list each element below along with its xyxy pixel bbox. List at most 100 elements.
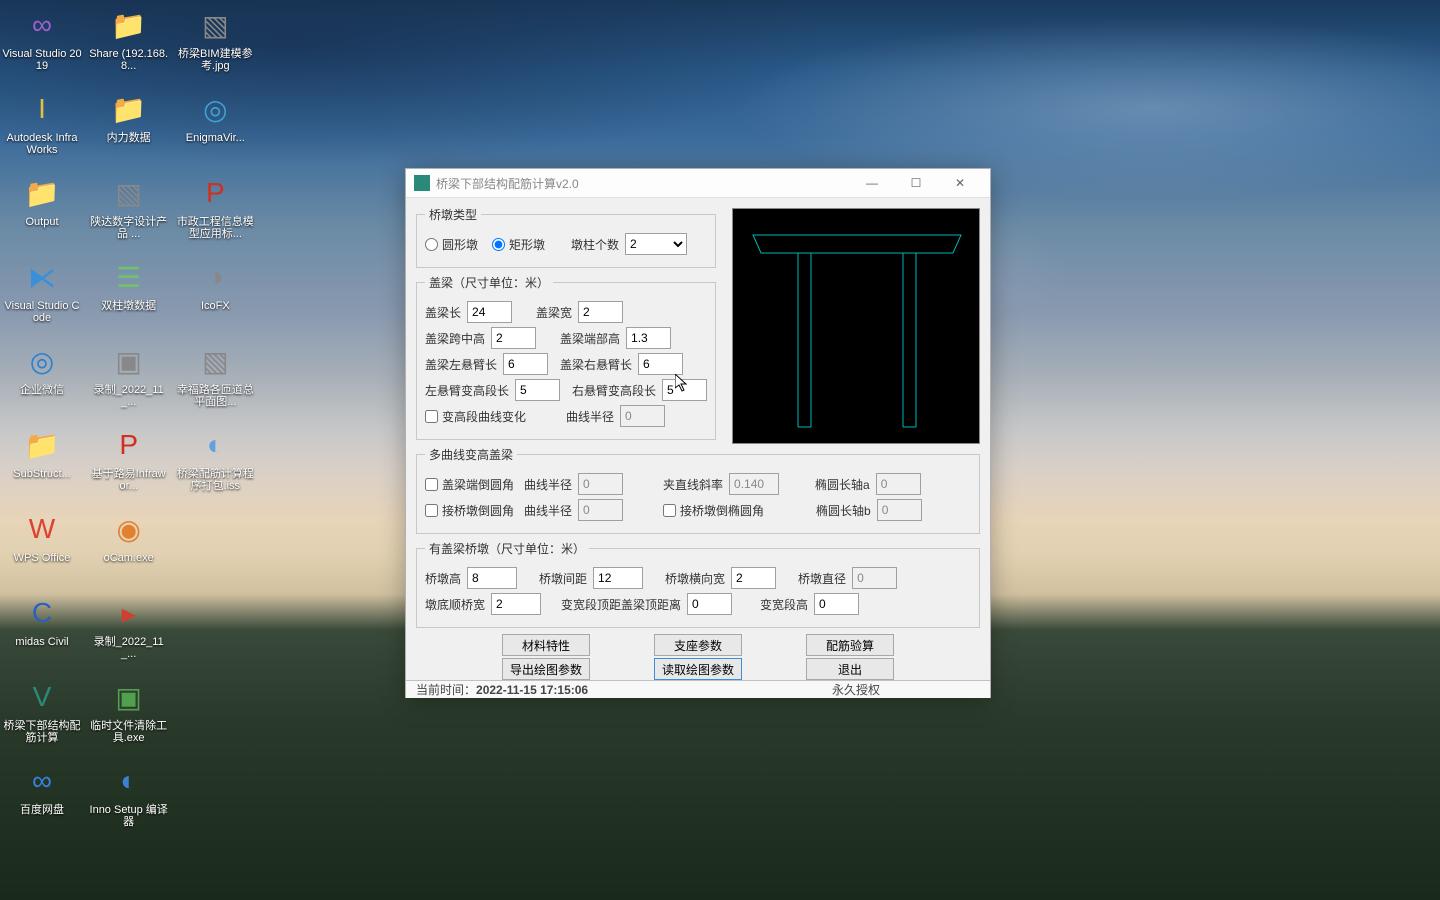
desktop-icon[interactable]: WWPS Office xyxy=(0,504,84,588)
pier-type-group: 桥墩类型 圆形墩 矩形墩 墩柱个数 2 xyxy=(416,206,716,268)
desktop-icon[interactable]: ∞百度网盘 xyxy=(0,756,84,840)
desktop-icon[interactable]: 📁SubStruct... xyxy=(0,420,84,504)
desktop-icon[interactable]: 📁 Output xyxy=(0,168,84,252)
desktop-icon-label: 桥梁下部结构配筋计算 xyxy=(2,720,82,744)
minimize-button[interactable]: — xyxy=(850,169,894,197)
pier-sp-input[interactable] xyxy=(593,567,643,589)
pier-tw-input[interactable] xyxy=(731,567,776,589)
desktop-icon[interactable]: ▣录制_2022_11_... xyxy=(87,336,171,420)
pier-group: 有盖梁桥墩（尺寸单位：米） 桥墩高 桥墩间距 桥墩横向宽 桥墩直径 墩底顺桥宽 … xyxy=(416,540,980,628)
desktop-icon[interactable]: ▸录制_2022_11_... xyxy=(87,588,171,672)
desktop-icon[interactable]: ∞Visual Studio 2019 xyxy=(0,0,84,84)
pier-fillet-checkbox[interactable]: 接桥墩倒圆角 xyxy=(425,502,514,519)
close-button[interactable]: ✕ xyxy=(938,169,982,197)
pier-legend: 有盖梁桥墩（尺寸单位：米） xyxy=(425,540,589,557)
pier-h-label: 桥墩高 xyxy=(425,570,461,587)
app-glyph-icon: ◑ xyxy=(194,256,236,298)
ell-b-input xyxy=(877,499,922,521)
status-license: 永久授权 xyxy=(832,681,880,698)
var-top-input[interactable] xyxy=(687,593,732,615)
desktop-icon-label: 录制_2022_11_... xyxy=(89,384,169,408)
ell-a-input xyxy=(876,473,921,495)
pier-bw-label: 墩底顺桥宽 xyxy=(425,596,485,613)
desktop-icon[interactable]: ◑ IcoFX xyxy=(173,252,257,336)
curve-checkbox[interactable]: 变高段曲线变化 xyxy=(425,408,526,425)
pier-d-input xyxy=(852,567,897,589)
var-top-label: 变宽段顶距盖梁顶距离 xyxy=(561,596,681,613)
desktop-icon[interactable]: 📁内力数据 xyxy=(87,84,171,168)
titlebar[interactable]: 桥梁下部结构配筋计算v2.0 — ☐ ✕ xyxy=(406,169,990,198)
material-button[interactable]: 材料特性 xyxy=(502,634,590,656)
desktop-icon-label: Output xyxy=(25,216,58,228)
desktop-icon[interactable]: P基于路易Infrawor... xyxy=(87,420,171,504)
rvar-input[interactable] xyxy=(662,379,707,401)
app-glyph-icon: ◎ xyxy=(21,340,63,382)
app-glyph-icon: 📁 xyxy=(21,172,63,214)
cap-rcant-input[interactable] xyxy=(638,353,683,375)
desktop-icon[interactable]: ▧幸福路各匝道总平面图... xyxy=(173,336,257,420)
desktop-icon[interactable]: V桥梁下部结构配筋计算 xyxy=(0,672,84,756)
end-fillet-checkbox[interactable]: 盖梁端倒圆角 xyxy=(425,476,514,493)
desktop-icon[interactable]: P市政工程信息模型应用标... xyxy=(173,168,257,252)
cap-endh-input[interactable] xyxy=(626,327,671,349)
desktop-icon-label: IcoFX xyxy=(201,300,230,312)
app-glyph-icon: 📁 xyxy=(108,88,150,130)
desktop-icon[interactable]: ◐Inno Setup 编译器 xyxy=(87,756,171,840)
desktop-icon-label: Inno Setup 编译器 xyxy=(89,804,169,828)
export-params-button[interactable]: 导出绘图参数 xyxy=(502,658,590,680)
desktop-icon[interactable]: ▣临时文件清除工具.exe xyxy=(87,672,171,756)
status-time: 2022-11-15 17:15:06 xyxy=(476,683,588,697)
desktop-icon[interactable]: ◎ 企业微信 xyxy=(0,336,84,420)
pier-ell-checkbox[interactable]: 接桥墩倒椭圆角 xyxy=(663,502,764,519)
desktop-icon-label: 百度网盘 xyxy=(20,804,64,816)
window-title: 桥梁下部结构配筋计算v2.0 xyxy=(436,175,850,192)
pier-r-input xyxy=(578,499,623,521)
desktop-icon[interactable]: ▧桥梁BIM建模参考.jpg xyxy=(173,0,257,84)
app-icon xyxy=(414,175,430,191)
import-params-button[interactable]: 读取绘图参数 xyxy=(654,658,742,680)
app-glyph-icon: ☰ xyxy=(108,256,150,298)
cap-w-label: 盖梁宽 xyxy=(536,304,572,321)
cap-lcant-input[interactable] xyxy=(503,353,548,375)
desktop-icon-label: 基于路易Infrawor... xyxy=(89,468,169,492)
radio-round[interactable]: 圆形墩 xyxy=(425,236,478,253)
pier-h-input[interactable] xyxy=(467,567,517,589)
desktop-icon[interactable]: ◐桥梁配筋计算程序打包.iss xyxy=(173,420,257,504)
app-glyph-icon: ▧ xyxy=(194,340,236,382)
curve-r-input xyxy=(620,405,665,427)
app-glyph-icon: I xyxy=(21,88,63,130)
cap-midh-input[interactable] xyxy=(491,327,536,349)
multicurve-group: 多曲线变高盖梁 盖梁端倒圆角 曲线半径 夹直线斜率 椭圆长轴a 接桥墩倒圆角 曲… xyxy=(416,446,980,534)
var-h-input[interactable] xyxy=(814,593,859,615)
desktop-icon[interactable]: IAutodesk InfraWorks xyxy=(0,84,84,168)
desktop-icon[interactable]: Cmidas Civil xyxy=(0,588,84,672)
desktop-icon-label: 企业微信 xyxy=(20,384,64,396)
radio-rect[interactable]: 矩形墩 xyxy=(492,236,545,253)
exit-button[interactable]: 退出 xyxy=(806,658,894,680)
desktop-icon[interactable]: ◎EnigmaVir... xyxy=(173,84,257,168)
app-glyph-icon: ▣ xyxy=(108,676,150,718)
end-r-label: 曲线半径 xyxy=(524,476,572,493)
desktop-icon[interactable]: ⧔Visual Studio Code xyxy=(0,252,84,336)
desktop-icon[interactable]: ▧陕达数字设计产品 ... xyxy=(87,168,171,252)
app-window: 桥梁下部结构配筋计算v2.0 — ☐ ✕ xyxy=(405,168,991,698)
desktop-icon[interactable]: 📁Share (192.168.8... xyxy=(87,0,171,84)
multicurve-legend: 多曲线变高盖梁 xyxy=(425,446,517,463)
calc-button[interactable]: 配筋验算 xyxy=(806,634,894,656)
lvar-input[interactable] xyxy=(515,379,560,401)
cap-len-input[interactable] xyxy=(467,301,512,323)
status-time-label: 当前时间： xyxy=(416,681,476,698)
desktop-icon-label: Visual Studio 2019 xyxy=(2,48,82,72)
cap-w-input[interactable] xyxy=(578,301,623,323)
app-glyph-icon: P xyxy=(108,424,150,466)
app-glyph-icon: P xyxy=(194,172,236,214)
maximize-button[interactable]: ☐ xyxy=(894,169,938,197)
desktop-icon[interactable]: ☰双柱墩数据 xyxy=(87,252,171,336)
pier-count-select[interactable]: 2 xyxy=(625,233,687,255)
pier-bw-input[interactable] xyxy=(491,593,541,615)
bearing-button[interactable]: 支座参数 xyxy=(654,634,742,656)
app-glyph-icon: ▣ xyxy=(108,340,150,382)
app-glyph-icon: ▧ xyxy=(108,172,150,214)
desktop-icon[interactable]: ◉oCam.exe xyxy=(87,504,171,588)
app-glyph-icon: ⧔ xyxy=(21,256,63,298)
